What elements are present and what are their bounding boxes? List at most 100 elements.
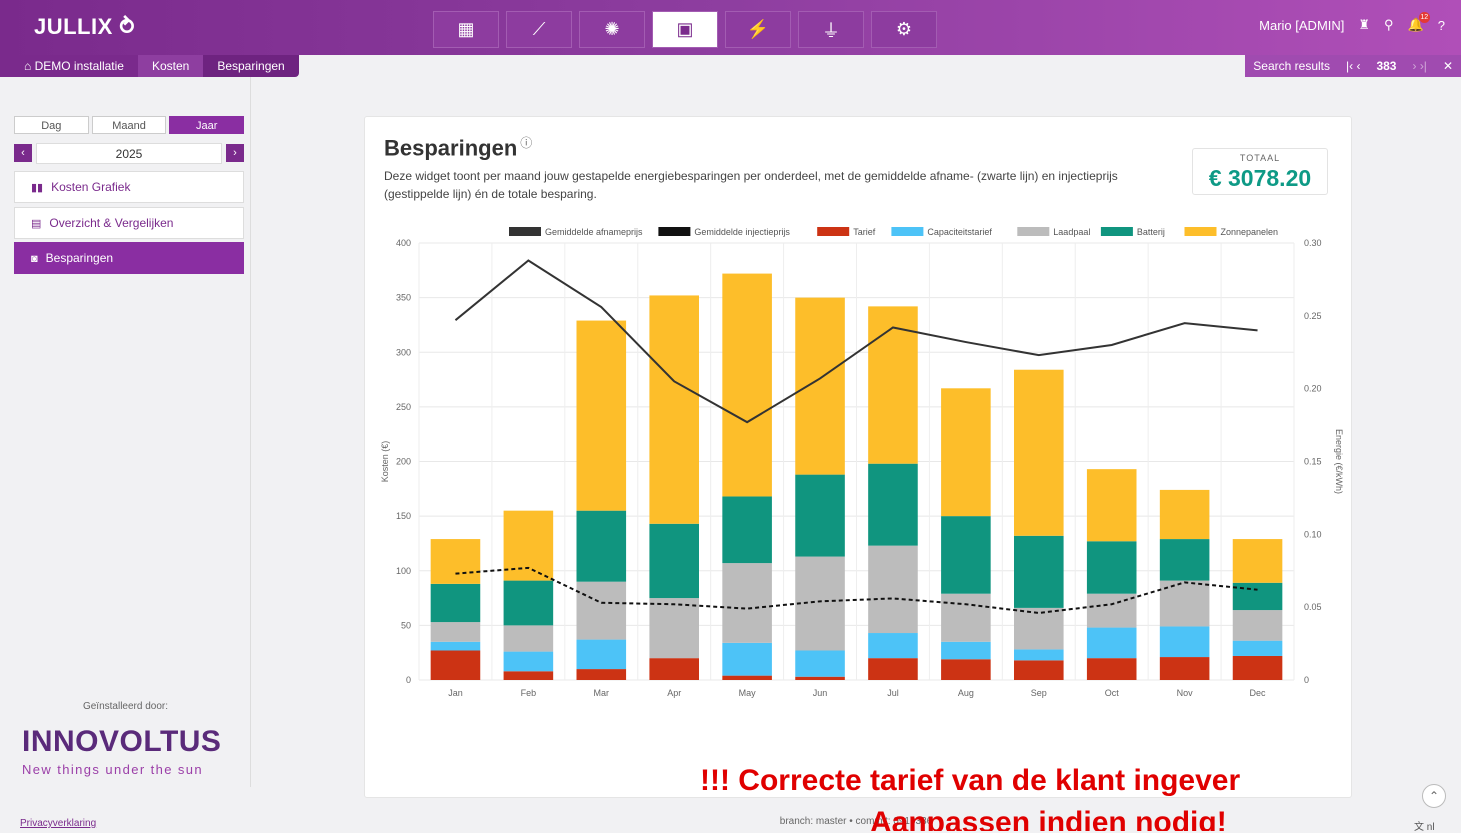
bar-batterij xyxy=(1159,539,1210,581)
bar-capaciteitstarief xyxy=(576,639,627,670)
bar-zonnepanelen xyxy=(795,297,845,475)
y-tick-label: 100 xyxy=(396,566,411,576)
y-tick-label: 350 xyxy=(396,293,411,303)
close-icon[interactable]: ✕ xyxy=(1435,59,1461,73)
y-tick-label: 50 xyxy=(401,620,411,630)
bar-tarief xyxy=(1159,657,1210,680)
x-tick-label: Mar xyxy=(594,688,610,698)
legend-label: Gemiddelde injectieprijs xyxy=(694,227,790,237)
legend-label: Batterij xyxy=(1137,227,1165,237)
line-chart-nav-button[interactable]: ⟋ xyxy=(506,11,572,48)
bar-tarief xyxy=(649,658,699,680)
x-tick-label: Apr xyxy=(667,688,681,698)
prev-year-button[interactable]: ‹ xyxy=(14,144,32,162)
y2-tick-label: 0.25 xyxy=(1304,311,1322,321)
notification-badge: 12 xyxy=(1418,12,1430,23)
breadcrumb-besparingen[interactable]: Besparingen xyxy=(203,55,299,77)
bar-batterij xyxy=(1014,535,1064,608)
warning-banner-line2: Aanpassen indien nodig! xyxy=(870,806,1227,831)
search-icon[interactable]: ⚲ xyxy=(1384,17,1394,33)
period-selector: Dag Maand Jaar xyxy=(14,116,245,134)
bar-zonnepanelen xyxy=(941,388,991,517)
bar-capaciteitstarief xyxy=(868,633,918,659)
y2-tick-label: 0.05 xyxy=(1304,602,1322,612)
bar-tarief xyxy=(868,658,918,680)
plug-nav-button[interactable]: ⏚ xyxy=(798,11,864,48)
period-month-button[interactable]: Maand xyxy=(91,116,167,134)
main-nav: ▦ ⟋ ✺ ▣ ⚡ ⏚ ⚙ xyxy=(433,11,937,48)
x-tick-label: Sep xyxy=(1031,688,1047,698)
bar-tarief xyxy=(503,671,554,680)
page-title: Besparingen ⓘ xyxy=(384,135,533,161)
bar-tarief xyxy=(430,650,481,680)
search-results-label[interactable]: Search results xyxy=(1245,59,1338,73)
x-tick-label: Jun xyxy=(813,688,828,698)
dashboard-nav-button[interactable]: ▦ xyxy=(433,11,499,48)
bar-tarief xyxy=(1014,660,1064,680)
bar-laadpaal xyxy=(430,622,481,642)
gear-icon: ⚙ xyxy=(895,19,913,39)
jullix-logo[interactable]: JULLIX ⥁ xyxy=(34,14,135,40)
bar-tarief xyxy=(576,669,627,680)
bar-laadpaal xyxy=(795,556,845,651)
y-tick-label: 300 xyxy=(396,347,411,357)
top-navigation-bar: JULLIX ⥁ ▦ ⟋ ✺ ▣ ⚡ ⏚ ⚙ Mario [ADMIN] ♜ ⚲ 🔔 12 ? xyxy=(0,0,1461,55)
bar-capaciteitstarief xyxy=(430,641,481,651)
bar-capaciteitstarief xyxy=(1232,640,1283,656)
bar-batterij xyxy=(430,583,481,623)
help-icon[interactable]: ? xyxy=(1438,18,1445,33)
period-year-button[interactable]: Jaar xyxy=(169,116,245,134)
user-avatar-icon[interactable]: ♜ xyxy=(1358,17,1370,33)
total-value: € 3078.20 xyxy=(1208,165,1312,191)
notifications-button[interactable]: 🔔 12 xyxy=(1408,12,1430,33)
legend-label: Zonnepanelen xyxy=(1221,227,1279,237)
breadcrumb-kosten[interactable]: Kosten xyxy=(137,55,204,77)
next-year-button[interactable]: › xyxy=(226,144,244,162)
logo-swirl-icon: ⥁ xyxy=(119,14,135,39)
bar-batterij xyxy=(941,516,991,594)
compare-icon: ▤ xyxy=(31,218,42,230)
bar-laadpaal xyxy=(722,563,772,643)
legend-swatch xyxy=(1017,227,1050,236)
sidebar-item-besparingen[interactable]: ◙ Besparingen xyxy=(14,242,244,274)
legend-swatch xyxy=(1184,227,1217,236)
bar-capaciteitstarief xyxy=(722,642,772,676)
y-axis-label: Kosten (€) xyxy=(380,441,390,483)
help-circle-icon[interactable]: ⓘ xyxy=(520,136,532,150)
legend-label: Capaciteitstarief xyxy=(927,227,992,237)
money-nav-button[interactable]: ▣ xyxy=(652,11,718,48)
breadcrumb-bar: ⌂ DEMO installatie Kosten Besparingen Se… xyxy=(0,55,1461,77)
first-prev-icon[interactable]: |‹ ‹ xyxy=(1338,59,1368,73)
sidebar: Dag Maand Jaar ‹ 2025 › ▮▮ Kosten Grafiek… xyxy=(0,77,251,787)
dashboard-icon: ▦ xyxy=(457,19,475,39)
y2-tick-label: 0.15 xyxy=(1304,457,1322,467)
sidebar-item-kosten-grafiek[interactable]: ▮▮ Kosten Grafiek xyxy=(14,171,244,203)
privacy-link[interactable]: Privacyverklaring xyxy=(20,818,96,829)
scroll-up-button[interactable]: ⌃ xyxy=(1422,784,1446,808)
brain-nav-button[interactable]: ✺ xyxy=(579,11,645,48)
breadcrumb-home[interactable]: ⌂ DEMO installatie xyxy=(0,55,138,77)
bar-laadpaal xyxy=(649,598,699,659)
period-day-button[interactable]: Dag xyxy=(14,116,89,134)
savings-icon: ◙ xyxy=(31,253,38,265)
bar-capaciteitstarief xyxy=(1014,649,1064,661)
y-tick-label: 200 xyxy=(396,457,411,467)
y2-tick-label: 0.30 xyxy=(1304,238,1322,248)
widget-description: Deze widget toont per maand jouw gestape… xyxy=(384,169,1118,201)
next-last-icon[interactable]: › ›| xyxy=(1404,59,1434,73)
gear-nav-button[interactable]: ⚙ xyxy=(871,11,937,48)
translate-icon: 文 xyxy=(1414,822,1427,833)
bar-batterij xyxy=(868,463,918,546)
bar-capaciteitstarief xyxy=(1159,626,1210,658)
year-value: 2025 xyxy=(36,143,222,164)
bar-laadpaal xyxy=(1086,593,1137,628)
x-tick-label: Jul xyxy=(887,688,899,698)
legend-swatch xyxy=(509,227,541,236)
bar-batterij xyxy=(576,510,627,582)
bar-zonnepanelen xyxy=(503,510,554,581)
battery-nav-button[interactable]: ⚡ xyxy=(725,11,791,48)
user-name[interactable]: Mario [ADMIN] xyxy=(1259,18,1344,33)
sidebar-item-overzicht[interactable]: ▤ Overzicht & Vergelijken xyxy=(14,207,244,239)
bar-capaciteitstarief xyxy=(941,641,991,660)
bar-zonnepanelen xyxy=(1232,539,1283,583)
